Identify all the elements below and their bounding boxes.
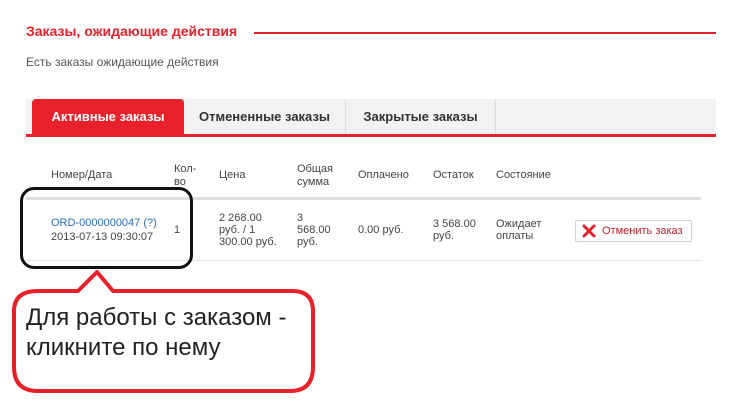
annotation-callout-line1: Для работы с заказом - xyxy=(26,304,287,331)
column-header-remaining: Остаток xyxy=(433,169,474,181)
order-total-line1: 3 xyxy=(297,212,304,224)
title-divider xyxy=(254,32,716,34)
order-remaining: 3 568.00 руб. xyxy=(433,218,476,242)
order-tabs: Активные заказы Отмененные заказы Закрыт… xyxy=(26,99,716,137)
column-header-qty: Кол- во xyxy=(174,163,196,189)
column-header-total-line1: Общая xyxy=(297,163,333,175)
order-status: Ожидает оплаты xyxy=(496,218,541,242)
annotation-callout-text: Для работы с заказом - кликните по нему xyxy=(26,303,306,363)
order-price-line1: 2 268.00 xyxy=(219,212,262,224)
annotation-callout-line2: кликните по нему xyxy=(26,334,221,361)
cancel-order-button[interactable]: Отменить заказ xyxy=(575,220,692,242)
order-remaining-line1: 3 568.00 xyxy=(433,218,476,230)
cancel-order-label: Отменить заказ xyxy=(602,225,683,237)
column-header-status: Состояние xyxy=(496,169,551,181)
order-paid: 0.00 руб. xyxy=(358,224,404,236)
section-title: Заказы, ожидающие действия xyxy=(26,23,238,39)
column-header-number-date: Номер/Дата xyxy=(51,169,113,181)
column-header-price: Цена xyxy=(219,169,246,181)
column-header-paid: Оплачено xyxy=(358,169,409,181)
order-total: 3 568.00 руб. xyxy=(297,212,331,248)
order-price: 2 268.00 руб. / 1 300.00 руб. xyxy=(219,212,277,248)
order-status-line2: оплаты xyxy=(496,230,534,242)
section-subtitle: Есть заказы ожидающие действия xyxy=(26,55,219,69)
tab-cancelled-orders[interactable]: Отмененные заказы xyxy=(184,99,346,134)
tab-active-orders[interactable]: Активные заказы xyxy=(32,99,184,134)
column-header-qty-line1: Кол- xyxy=(174,163,197,175)
order-total-line3: руб. xyxy=(297,236,318,248)
close-x-icon xyxy=(582,224,596,238)
order-remaining-line2: руб. xyxy=(433,230,454,242)
annotation-highlight-box xyxy=(20,187,193,269)
order-price-line2: руб. / 1 xyxy=(219,224,256,236)
tab-closed-orders[interactable]: Закрытые заказы xyxy=(346,99,496,134)
order-status-line1: Ожидает xyxy=(496,218,542,230)
order-total-line2: 568.00 xyxy=(297,224,331,236)
column-header-total: Общая сумма xyxy=(297,163,333,189)
column-header-total-line2: сумма xyxy=(297,176,330,188)
order-price-line3: 300.00 руб. xyxy=(219,236,277,248)
